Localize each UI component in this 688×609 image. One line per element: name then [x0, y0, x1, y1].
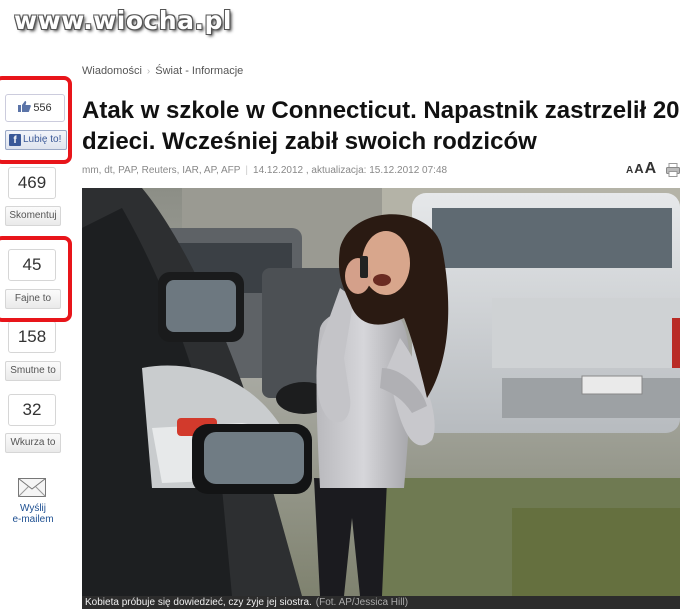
sad-button[interactable]: Smutne to — [5, 361, 61, 381]
highlight-box-likes — [0, 76, 72, 164]
counter-value: 32 — [22, 400, 42, 419]
send-email-link[interactable]: Wyślij e-mailem — [0, 503, 66, 525]
article-photo — [82, 188, 680, 596]
article-sources: mm, dt, PAP, Reuters, IAR, AP, AFP — [82, 165, 241, 176]
article-date: 14.12.2012 — [253, 165, 304, 176]
font-size-controls: AAA — [626, 160, 657, 178]
caption-text: Kobieta próbuje się dowiedzieć, czy żyje… — [85, 597, 312, 608]
email-label-line1: Wyślij — [19, 503, 46, 514]
caption-credit: (Fot. AP/Jessica Hill) — [315, 597, 409, 608]
highlight-box-cool — [0, 236, 72, 322]
counter-comments: 469 — [8, 167, 56, 199]
comment-button[interactable]: Skomentuj — [5, 206, 61, 226]
counter-sad: 158 — [8, 321, 56, 353]
print-icon[interactable] — [666, 163, 680, 182]
breadcrumb-separator: › — [146, 66, 151, 77]
counter-value: 469 — [17, 173, 47, 192]
font-size-small[interactable]: A — [626, 165, 633, 176]
angry-button[interactable]: Wkurza to — [5, 433, 61, 453]
meta-divider: | — [245, 165, 249, 176]
counter-angry: 32 — [8, 394, 56, 426]
article-meta: mm, dt, PAP, Reuters, IAR, AP, AFP | 14.12… — [82, 165, 447, 176]
breadcrumb-item-news[interactable]: Wiadomości — [82, 65, 142, 77]
counter-value: 158 — [17, 327, 47, 346]
font-size-large[interactable]: A — [645, 160, 657, 177]
font-size-medium[interactable]: A — [634, 161, 643, 176]
article-title: Atak w szkole w Connecticut. Napastnik z… — [82, 97, 680, 155]
breadcrumb: Wiadomości › Świat - Informacje — [82, 65, 243, 77]
email-label-line2: e-mailem — [12, 514, 54, 525]
photo-caption: Kobieta próbuje się dowiedzieć, czy żyje… — [82, 596, 680, 609]
breadcrumb-item-world[interactable]: Świat - Informacje — [155, 65, 243, 77]
envelope-icon[interactable] — [18, 478, 48, 498]
article-update: , aktualizacja: 15.12.2012 07:48 — [305, 165, 448, 176]
site-watermark: www.wiocha.pl — [14, 6, 232, 35]
